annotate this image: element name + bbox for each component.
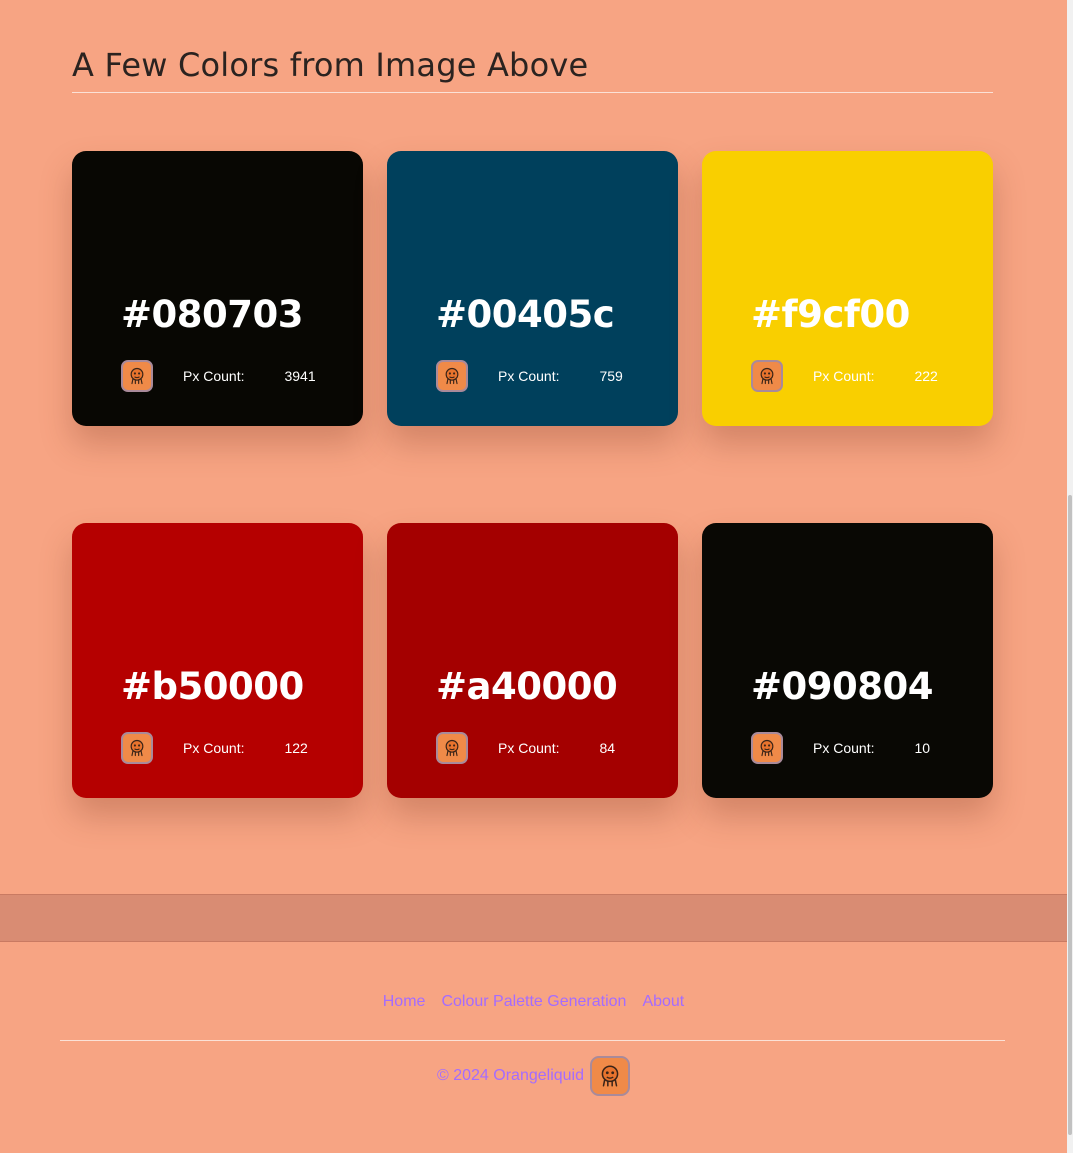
px-count-value: 84 <box>599 740 616 756</box>
color-hex: #080703 <box>121 293 303 336</box>
px-count-value: 3941 <box>284 368 316 384</box>
scrollbar[interactable] <box>1067 0 1073 1153</box>
color-card: #f9cf00 Px Count: 222 <box>702 151 993 426</box>
footer-link-home[interactable]: Home <box>383 993 426 1011</box>
copyright: © 2024 Orangeliquid <box>0 1056 1067 1096</box>
color-card: #080703 Px Count: 3941 <box>72 151 363 426</box>
orange-mascot-icon <box>436 732 468 764</box>
scrollbar-thumb[interactable] <box>1068 495 1072 1135</box>
footer-divider <box>60 1040 1005 1041</box>
color-meta: Px Count: 10 <box>751 732 930 764</box>
title-divider <box>72 92 993 93</box>
px-count-label: Px Count: <box>183 740 245 756</box>
color-card: #090804 Px Count: 10 <box>702 523 993 798</box>
color-card: #00405c Px Count: 759 <box>387 151 678 426</box>
color-card: #b50000 Px Count: 122 <box>72 523 363 798</box>
color-meta: Px Count: 222 <box>751 360 938 392</box>
px-count-value: 759 <box>599 368 623 384</box>
px-count-label: Px Count: <box>498 368 560 384</box>
orange-mascot-icon <box>436 360 468 392</box>
color-meta: Px Count: 759 <box>436 360 623 392</box>
px-count-label: Px Count: <box>813 740 875 756</box>
footer-nav: Home Colour Palette Generation About <box>0 993 1067 1011</box>
color-card: #a40000 Px Count: 84 <box>387 523 678 798</box>
orange-mascot-icon <box>590 1056 630 1096</box>
color-hex: #f9cf00 <box>751 293 910 336</box>
footer-band <box>0 894 1067 942</box>
section-title: A Few Colors from Image Above <box>72 46 589 84</box>
page: A Few Colors from Image Above #080703 Px… <box>0 0 1067 1153</box>
copyright-text: © 2024 Orangeliquid <box>437 1067 584 1084</box>
px-count-value: 222 <box>914 368 938 384</box>
orange-mascot-icon <box>121 732 153 764</box>
color-hex: #b50000 <box>121 665 304 708</box>
color-meta: Px Count: 84 <box>436 732 615 764</box>
color-meta: Px Count: 122 <box>121 732 308 764</box>
px-count-label: Px Count: <box>498 740 560 756</box>
color-hex: #090804 <box>751 665 933 708</box>
px-count-value: 122 <box>284 740 308 756</box>
orange-mascot-icon <box>751 732 783 764</box>
color-hex: #a40000 <box>436 665 618 708</box>
orange-mascot-icon <box>751 360 783 392</box>
footer-link-palette-generation[interactable]: Colour Palette Generation <box>441 993 626 1011</box>
color-hex: #00405c <box>436 293 615 336</box>
color-meta: Px Count: 3941 <box>121 360 316 392</box>
orange-mascot-icon <box>121 360 153 392</box>
px-count-label: Px Count: <box>183 368 245 384</box>
footer-link-about[interactable]: About <box>642 993 684 1011</box>
px-count-value: 10 <box>914 740 931 756</box>
px-count-label: Px Count: <box>813 368 875 384</box>
